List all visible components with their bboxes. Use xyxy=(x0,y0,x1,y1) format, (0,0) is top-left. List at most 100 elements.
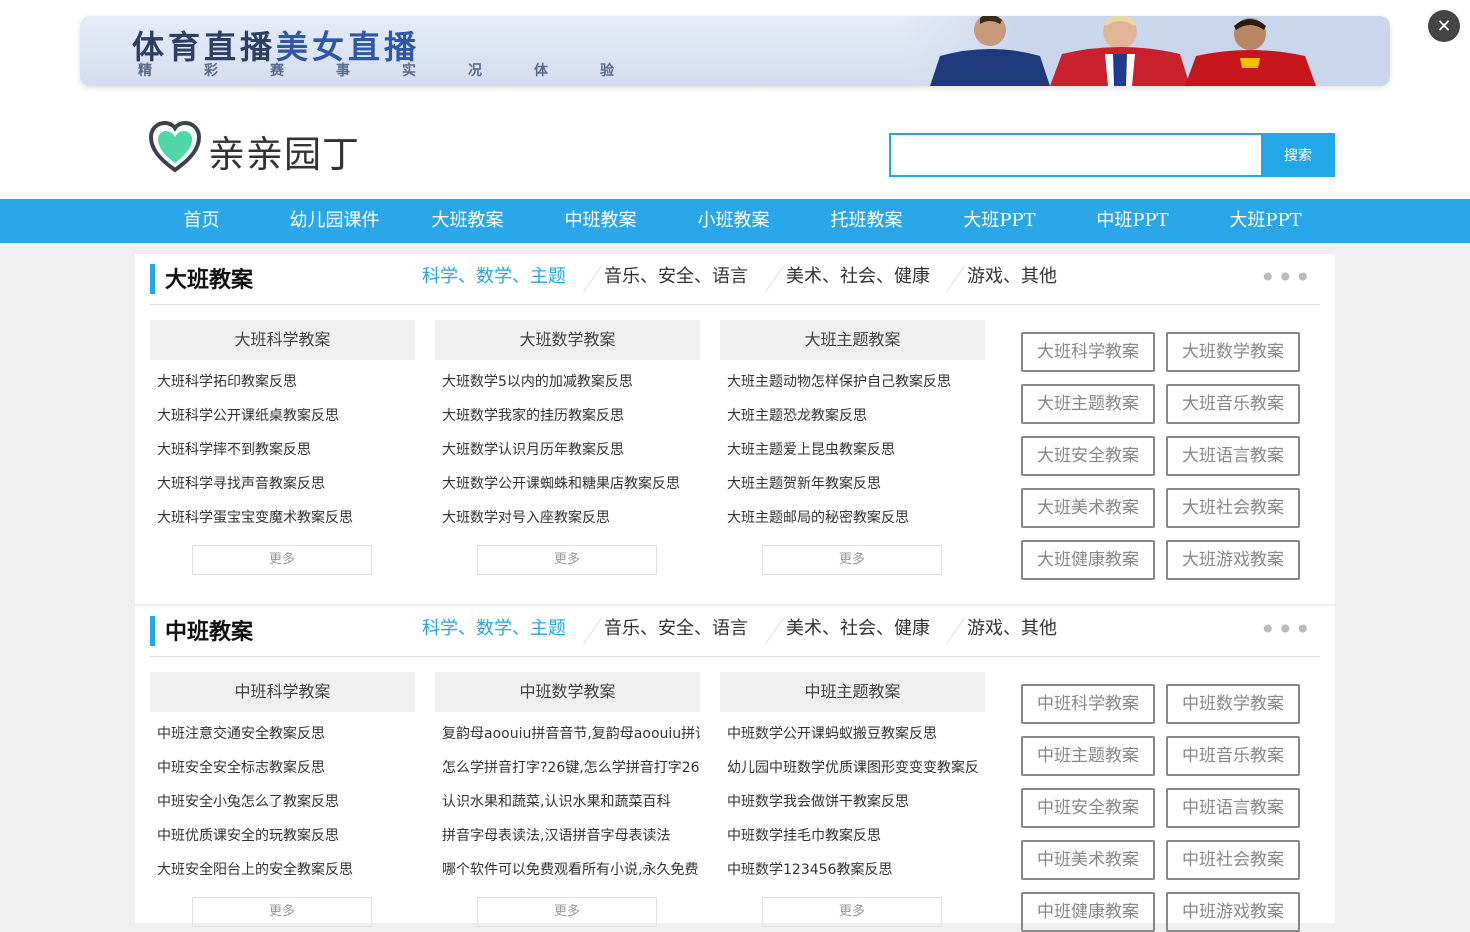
list-item[interactable]: 大班科学公开课纸桌教案反思 xyxy=(150,405,415,439)
nav-item-kindergarten-courseware[interactable]: 幼儿园课件 xyxy=(268,199,401,243)
tag-button[interactable]: 大班科学教案 xyxy=(1021,332,1155,372)
section-header: 大班教案 科学、数学、主题 音乐、安全、语言 美术、社会、健康 游戏、其他 ••… xyxy=(150,254,1320,305)
banner-subtitle: 精彩赛事实况体验 xyxy=(138,63,666,79)
list-item[interactable]: 大班主题恐龙教案反思 xyxy=(720,405,985,439)
nav-item-senior-ppt-2[interactable]: 大班PPT xyxy=(1199,199,1332,243)
list-item[interactable]: 大班科学寻找声音教案反思 xyxy=(150,473,415,507)
nav-item-senior-ppt[interactable]: 大班PPT xyxy=(933,199,1066,243)
section-tab-science-math-theme[interactable]: 科学、数学、主题 xyxy=(422,262,566,288)
nav-item-home[interactable]: 首页 xyxy=(135,199,268,243)
tag-button[interactable]: 大班健康教案 xyxy=(1021,540,1155,580)
list-item[interactable]: 中班注意交通安全教案反思 xyxy=(150,723,415,757)
tab-divider xyxy=(945,618,966,644)
tag-button[interactable]: 中班科学教案 xyxy=(1021,684,1155,724)
tag-button[interactable]: 中班语言教案 xyxy=(1166,788,1300,828)
tag-button[interactable]: 大班语言教案 xyxy=(1166,436,1300,476)
list-item[interactable]: 大班安全阳台上的安全教案反思 xyxy=(150,859,415,893)
section-tab-music-safety-language[interactable]: 音乐、安全、语言 xyxy=(604,262,748,288)
list-item[interactable]: 大班数学对号入座教案反思 xyxy=(435,507,700,541)
section-title: 大班教案 xyxy=(165,268,254,293)
column-title[interactable]: 大班科学教案 xyxy=(150,320,415,360)
section-tab-science-math-theme[interactable]: 科学、数学、主题 xyxy=(422,614,566,640)
close-banner-button[interactable]: ✕ xyxy=(1428,10,1460,42)
tag-button[interactable]: 大班游戏教案 xyxy=(1166,540,1300,580)
list-item[interactable]: 复韵母aoouiu拼音音节,复韵母aoouiu拼读 xyxy=(435,723,700,757)
list-item[interactable]: 中班数学我会做饼干教案反思 xyxy=(720,791,985,825)
site-logo[interactable]: 亲亲园丁 xyxy=(148,120,388,176)
tag-button[interactable]: 中班安全教案 xyxy=(1021,788,1155,828)
column-math: 中班数学教案 复韵母aoouiu拼音音节,复韵母aoouiu拼读 怎么学拼音打字… xyxy=(435,672,700,927)
search-input[interactable] xyxy=(889,133,1261,177)
column-title[interactable]: 大班主题教案 xyxy=(720,320,985,360)
tag-button[interactable]: 中班健康教案 xyxy=(1021,892,1155,932)
heart-logo-icon xyxy=(148,120,202,173)
tag-button[interactable]: 大班安全教案 xyxy=(1021,436,1155,476)
list-item[interactable]: 中班数学123456教案反思 xyxy=(720,859,985,893)
section-accent-bar xyxy=(150,616,155,646)
list-item[interactable]: 大班主题邮局的秘密教案反思 xyxy=(720,507,985,541)
list-item[interactable]: 幼儿园中班数学优质课图形变变变教案反 xyxy=(720,757,985,791)
more-dots-icon[interactable]: ••• xyxy=(1259,264,1312,292)
list-item[interactable]: 大班数学我家的挂历教案反思 xyxy=(435,405,700,439)
section-accent-bar xyxy=(150,264,155,294)
column-theme: 大班主题教案 大班主题动物怎样保护自己教案反思 大班主题恐龙教案反思 大班主题爱… xyxy=(720,320,985,575)
list-item[interactable]: 中班优质课安全的玩教案反思 xyxy=(150,825,415,859)
main-navigation: 首页 幼儿园课件 大班教案 中班教案 小班教案 托班教案 大班PPT 中班PPT… xyxy=(0,199,1470,243)
section-title: 中班教案 xyxy=(165,620,254,645)
tag-button[interactable]: 中班主题教案 xyxy=(1021,736,1155,776)
tag-button[interactable]: 中班美术教案 xyxy=(1021,840,1155,880)
list-item[interactable]: 怎么学拼音打字?26键,怎么学拼音打字26 xyxy=(435,757,700,791)
list-item[interactable]: 中班安全小兔怎么了教案反思 xyxy=(150,791,415,825)
tag-button[interactable]: 大班数学教案 xyxy=(1166,332,1300,372)
more-dots-icon[interactable]: ••• xyxy=(1259,616,1312,644)
article-list: 大班主题动物怎样保护自己教案反思 大班主题恐龙教案反思 大班主题爱上昆虫教案反思… xyxy=(720,371,985,541)
section-tab-art-social-health[interactable]: 美术、社会、健康 xyxy=(786,262,930,288)
list-item[interactable]: 大班数学5以内的加减教案反思 xyxy=(435,371,700,405)
tag-button[interactable]: 中班游戏教案 xyxy=(1166,892,1300,932)
list-item[interactable]: 拼音字母表读法,汉语拼音字母表读法 xyxy=(435,825,700,859)
nav-item-middle-ppt[interactable]: 中班PPT xyxy=(1066,199,1199,243)
list-item[interactable]: 大班数学公开课蜘蛛和糖果店教案反思 xyxy=(435,473,700,507)
section-tab-games-other[interactable]: 游戏、其他 xyxy=(967,262,1057,288)
column-title[interactable]: 大班数学教案 xyxy=(435,320,700,360)
list-item[interactable]: 大班科学摔不到教案反思 xyxy=(150,439,415,473)
tag-button[interactable]: 中班数学教案 xyxy=(1166,684,1300,724)
column-title[interactable]: 中班数学教案 xyxy=(435,672,700,712)
tag-button[interactable]: 中班社会教案 xyxy=(1166,840,1300,880)
list-item[interactable]: 大班科学蛋宝宝变魔术教案反思 xyxy=(150,507,415,541)
list-item[interactable]: 哪个软件可以免费观看所有小说,永久免费 xyxy=(435,859,700,893)
list-item[interactable]: 大班主题动物怎样保护自己教案反思 xyxy=(720,371,985,405)
list-item[interactable]: 中班安全安全标志教案反思 xyxy=(150,757,415,791)
logo-text: 亲亲园丁 xyxy=(208,133,360,176)
list-item[interactable]: 大班数学认识月历年教案反思 xyxy=(435,439,700,473)
nav-item-middle-class-plans[interactable]: 中班教案 xyxy=(534,199,667,243)
nav-item-junior-class-plans[interactable]: 小班教案 xyxy=(667,199,800,243)
nav-item-nursery-class-plans[interactable]: 托班教案 xyxy=(800,199,933,243)
list-item[interactable]: 大班科学拓印教案反思 xyxy=(150,371,415,405)
tag-button[interactable]: 中班音乐教案 xyxy=(1166,736,1300,776)
section-tab-music-safety-language[interactable]: 音乐、安全、语言 xyxy=(604,614,748,640)
list-item[interactable]: 中班数学公开课蚂蚁搬豆教案反思 xyxy=(720,723,985,757)
column-science: 大班科学教案 大班科学拓印教案反思 大班科学公开课纸桌教案反思 大班科学摔不到教… xyxy=(150,320,415,575)
column-title[interactable]: 中班科学教案 xyxy=(150,672,415,712)
football-players-image xyxy=(900,16,1390,86)
list-item[interactable]: 大班主题贺新年教案反思 xyxy=(720,473,985,507)
more-button[interactable]: 更多 xyxy=(192,545,372,575)
sports-live-banner[interactable]: 体育直播美女直播 精彩赛事实况体验 xyxy=(80,16,1390,86)
section-tab-games-other[interactable]: 游戏、其他 xyxy=(967,614,1057,640)
tag-button[interactable]: 大班美术教案 xyxy=(1021,488,1155,528)
tag-button[interactable]: 大班主题教案 xyxy=(1021,384,1155,424)
list-item[interactable]: 中班数学挂毛巾教案反思 xyxy=(720,825,985,859)
more-button[interactable]: 更多 xyxy=(477,545,657,575)
section-senior-class: 大班教案 科学、数学、主题 音乐、安全、语言 美术、社会、健康 游戏、其他 ••… xyxy=(135,254,1335,604)
list-item[interactable]: 认识水果和蔬菜,认识水果和蔬菜百科 xyxy=(435,791,700,825)
tag-button[interactable]: 大班音乐教案 xyxy=(1166,384,1300,424)
column-title[interactable]: 中班主题教案 xyxy=(720,672,985,712)
tag-button[interactable]: 大班社会教案 xyxy=(1166,488,1300,528)
section-tab-art-social-health[interactable]: 美术、社会、健康 xyxy=(786,614,930,640)
tab-divider xyxy=(945,266,966,292)
list-item[interactable]: 大班主题爱上昆虫教案反思 xyxy=(720,439,985,473)
nav-item-senior-class-plans[interactable]: 大班教案 xyxy=(401,199,534,243)
more-button[interactable]: 更多 xyxy=(762,545,942,575)
search-button[interactable]: 搜索 xyxy=(1261,133,1335,177)
